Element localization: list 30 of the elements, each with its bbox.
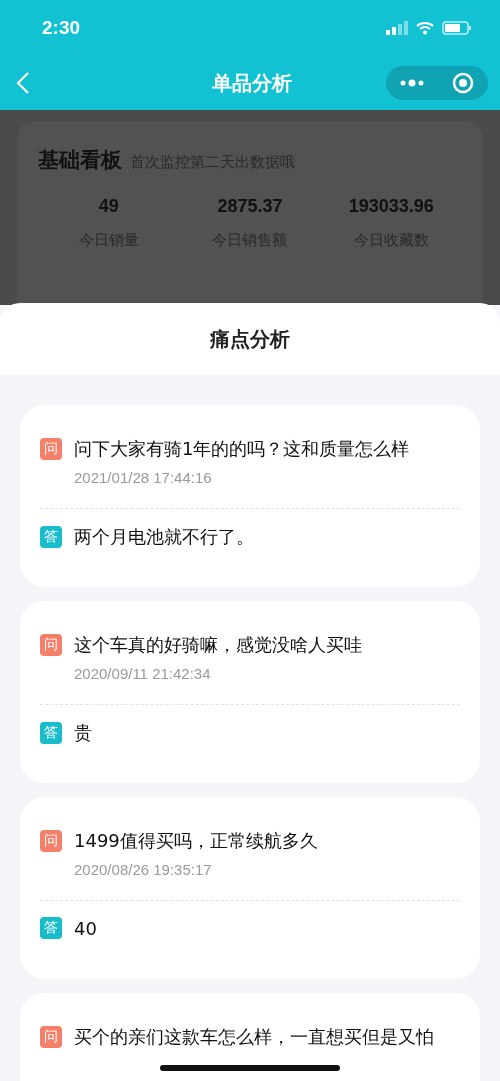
question-date: 2021/01/28 17:44:16: [74, 469, 213, 486]
answer-mark: 答: [40, 526, 62, 548]
question-mark: 问: [40, 634, 62, 656]
wifi-icon: [416, 21, 434, 35]
question-mark: 问: [40, 1026, 62, 1048]
question-date: 2020/09/11 21:42:34: [74, 665, 212, 682]
question-text: 这个车真的好骑嘛，感觉没啥人买哇: [74, 633, 362, 657]
sheet-title: 痛点分析: [210, 325, 290, 353]
battery-icon: [442, 21, 472, 35]
stat-value: 193033.96: [347, 196, 435, 217]
question-date: 2020/08/26 19:35:17: [74, 861, 213, 878]
page-title: 单品分析: [212, 69, 292, 97]
status-time: 2:30: [42, 17, 81, 39]
stat-value: 2875.37: [216, 196, 284, 217]
stat-value: 49: [97, 196, 120, 217]
question-text: 问下大家有骑1年的的吗？这和质量怎么样: [74, 437, 410, 461]
back-icon[interactable]: [16, 71, 30, 95]
answer-mark: 答: [40, 917, 62, 939]
question-mark: 问: [40, 830, 62, 852]
question-text: 买个的亲们这款车怎么样，一直想买但是又怕: [74, 1025, 434, 1049]
board-title: 基础看板: [38, 147, 122, 174]
answer-text: 两个月电池就不行了。: [74, 525, 254, 549]
answer-text: 贵: [74, 721, 92, 745]
answer-mark: 答: [40, 722, 62, 744]
question-text: 1499值得买吗，正常续航多久: [74, 829, 318, 853]
signal-icon: [386, 21, 408, 35]
answer-text: 40: [74, 917, 97, 939]
question-mark: 问: [40, 438, 62, 460]
close-icon[interactable]: [452, 72, 474, 94]
more-icon[interactable]: [400, 79, 424, 87]
